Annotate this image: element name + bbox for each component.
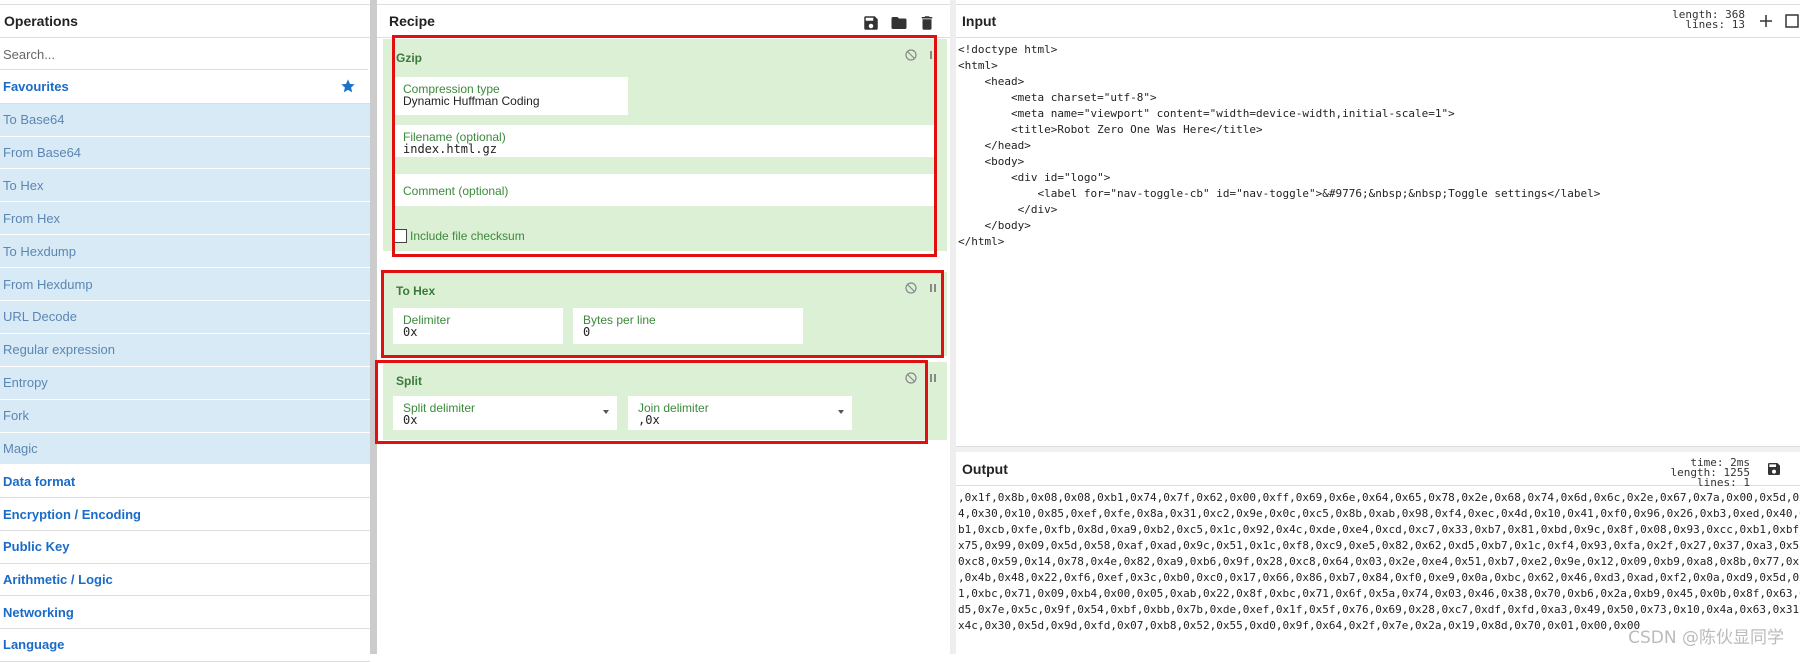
- join-delimiter-value: ,0x: [638, 413, 660, 427]
- category-public-key[interactable]: Public Key: [0, 530, 370, 564]
- split-delimiter-value: 0x: [403, 413, 418, 427]
- comment-input[interactable]: Comment (optional): [393, 174, 937, 206]
- category-networking[interactable]: Networking: [0, 596, 370, 629]
- op-from-hexdump[interactable]: From Hexdump: [0, 268, 370, 302]
- category-label: Public Key: [3, 539, 70, 555]
- gzip-title: Gzip: [396, 51, 422, 65]
- search-input[interactable]: [0, 39, 368, 70]
- op-from-base64[interactable]: From Base64: [0, 136, 370, 170]
- split-delimiter-label: Split delimiter: [403, 401, 476, 415]
- recipe-title: Recipe: [389, 13, 435, 29]
- bytes-per-line-label: Bytes per line: [583, 313, 656, 327]
- ingredient-to-hex: To Hex Delimiter 0x Bytes per line 0: [383, 272, 947, 356]
- op-from-hex[interactable]: From Hex: [0, 202, 370, 236]
- op-magic[interactable]: Magic: [0, 432, 370, 466]
- disable-icon[interactable]: [905, 282, 917, 294]
- tohex-title: To Hex: [396, 284, 436, 298]
- join-delimiter-select[interactable]: Join delimiter ,0x: [628, 396, 852, 430]
- delimiter-input[interactable]: Delimiter 0x: [393, 308, 563, 344]
- pause-icon[interactable]: [927, 49, 939, 61]
- caret-down-icon[interactable]: [603, 410, 609, 414]
- recipe-panel: Recipe Gzip Compression type Dynamic Huf…: [375, 0, 950, 654]
- operations-panel: Operations Favourites To Base64 From Bas…: [0, 0, 370, 662]
- category-encryption-encoding[interactable]: Encryption / Encoding: [0, 498, 370, 531]
- compression-type-value: Dynamic Huffman Coding: [403, 94, 540, 108]
- op-to-hexdump[interactable]: To Hexdump: [0, 235, 370, 269]
- pause-icon[interactable]: [927, 282, 939, 294]
- op-to-base64[interactable]: To Base64: [0, 103, 370, 137]
- caret-down-icon[interactable]: [838, 410, 844, 414]
- trash-icon[interactable]: [918, 14, 936, 32]
- category-favourites[interactable]: Favourites: [0, 71, 370, 104]
- op-url-decode[interactable]: URL Decode: [0, 301, 370, 334]
- delimiter-label: Delimiter: [403, 313, 451, 327]
- save-icon[interactable]: [1766, 461, 1782, 477]
- op-label: Regular expression: [3, 342, 116, 358]
- save-icon[interactable]: [862, 14, 880, 32]
- op-label: To Hexdump: [3, 243, 76, 259]
- op-label: Entropy: [3, 375, 48, 391]
- input-textarea[interactable]: <!doctype html> <html> <head> <meta char…: [956, 42, 1800, 250]
- input-stats: length: 368 lines: 13: [1672, 9, 1745, 31]
- category-data-format[interactable]: Data format: [0, 465, 370, 499]
- op-label: Fork: [3, 408, 29, 424]
- io-panel: Input length: 368 lines: 13 <!doctype ht…: [956, 0, 1800, 654]
- plus-icon[interactable]: [1758, 13, 1774, 29]
- category-label: Favourites: [3, 79, 69, 95]
- output-title: Output: [962, 460, 1008, 477]
- checkbox-box[interactable]: [393, 229, 407, 243]
- category-label: Language: [3, 637, 65, 653]
- op-label: To Base64: [3, 112, 65, 128]
- window-icon[interactable]: [1784, 13, 1800, 29]
- category-label: Arithmetic / Logic: [3, 571, 113, 587]
- folder-icon[interactable]: [890, 14, 908, 32]
- op-label: From Base64: [3, 145, 82, 161]
- panel-resizer[interactable]: [370, 0, 377, 654]
- join-delimiter-label: Join delimiter: [638, 401, 709, 415]
- bytes-per-line-input[interactable]: Bytes per line 0: [573, 308, 803, 344]
- op-label: From Hexdump: [3, 276, 93, 292]
- disable-icon[interactable]: [905, 49, 917, 61]
- op-entropy[interactable]: Entropy: [0, 366, 370, 400]
- delimiter-value: 0x: [403, 325, 418, 339]
- op-label: To Hex: [3, 177, 44, 193]
- checksum-checkbox[interactable]: Include file checksum: [393, 229, 525, 243]
- operations-title: Operations: [0, 4, 370, 38]
- category-label: Data format: [3, 473, 76, 489]
- category-label: Encryption / Encoding: [3, 506, 141, 522]
- bytes-per-line-value: 0: [583, 325, 591, 339]
- star-icon[interactable]: [340, 78, 356, 94]
- compression-type-select[interactable]: Compression type Dynamic Huffman Coding: [393, 77, 628, 115]
- watermark: CSDN @陈伙显同学: [1628, 628, 1784, 648]
- ingredient-split: Split Split delimiter 0x Join delimiter …: [383, 362, 947, 440]
- op-label: URL Decode: [3, 309, 77, 325]
- split-title: Split: [396, 374, 422, 388]
- op-fork[interactable]: Fork: [0, 399, 370, 433]
- filename-value: index.html.gz: [403, 142, 497, 156]
- pause-icon[interactable]: [927, 372, 939, 384]
- checksum-label: Include file checksum: [410, 229, 525, 243]
- category-language[interactable]: Language: [0, 628, 370, 662]
- op-label: From Hex: [3, 210, 61, 226]
- filename-input[interactable]: Filename (optional) index.html.gz: [393, 125, 937, 157]
- disable-icon[interactable]: [905, 372, 917, 384]
- category-arithmetic-logic[interactable]: Arithmetic / Logic: [0, 563, 370, 597]
- input-title: Input: [962, 13, 997, 29]
- split-delimiter-select[interactable]: Split delimiter 0x: [393, 396, 617, 430]
- op-to-hex[interactable]: To Hex: [0, 169, 370, 203]
- input-lines: lines: 13: [1685, 18, 1745, 31]
- op-regular-expression[interactable]: Regular expression: [0, 333, 370, 367]
- comment-label: Comment (optional): [403, 184, 509, 198]
- recipe-header: Recipe: [377, 4, 950, 38]
- ingredient-gzip: Gzip Compression type Dynamic Huffman Co…: [383, 39, 947, 251]
- operations-list: Favourites To Base64 From Base64 To Hex …: [0, 71, 370, 662]
- op-label: Magic: [3, 441, 38, 457]
- output-lines: lines: 1: [1697, 476, 1750, 489]
- category-label: Networking: [3, 604, 74, 620]
- output-stats: time: 2ms length: 1255 lines: 1: [1671, 457, 1750, 489]
